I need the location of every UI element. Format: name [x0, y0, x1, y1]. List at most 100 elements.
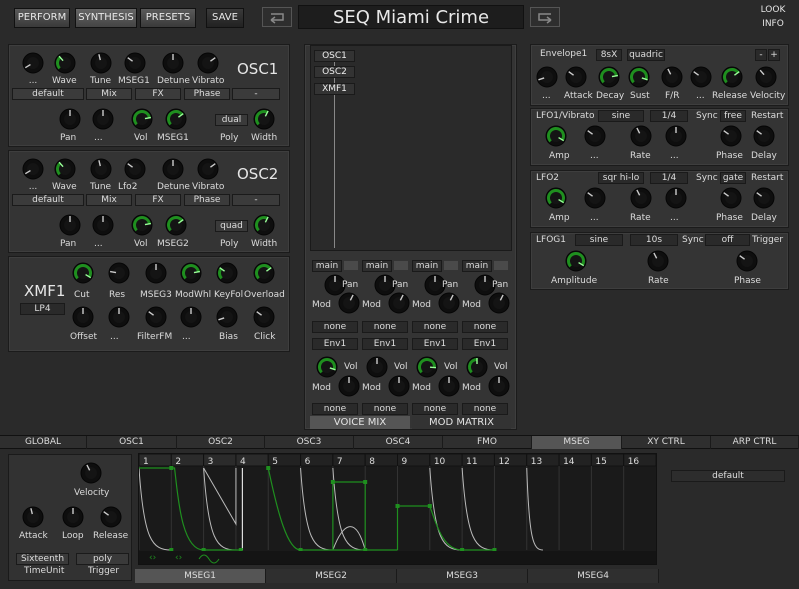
voice-vol-knob-0[interactable]	[316, 356, 338, 378]
mix-source-xmf1[interactable]: XMF1	[314, 83, 355, 95]
lfog1-amplitude-knob[interactable]	[565, 250, 587, 272]
voice-vol-knob-3[interactable]	[466, 356, 488, 378]
osc2-field-0[interactable]: default	[12, 194, 84, 206]
filter-mode-select[interactable]: LP4	[20, 303, 65, 315]
mseg-curve[interactable]: 1 2 3 4 5 6 7 8 9 10 11 12 13 14 15 16‹› ‹›	[138, 453, 657, 564]
voice-none2-select-0[interactable]: none	[312, 403, 358, 415]
voice-env-select-0[interactable]: Env1	[312, 338, 358, 350]
envelope-knob-1[interactable]	[565, 66, 587, 88]
mseg-editor[interactable]: 1 2 3 4 5 6 7 8 9 10 11 12 13 14 15 16 ‹› ‹›	[138, 453, 657, 565]
mseg-loop-icon[interactable]: ‹›	[149, 553, 156, 563]
envelope-knob-0[interactable]	[536, 66, 558, 88]
tab-voice-mix[interactable]: VOICE MIX	[310, 416, 410, 429]
voice-env-select-2[interactable]: Env1	[412, 338, 458, 350]
voice-none2-select-1[interactable]: none	[362, 403, 408, 415]
lfo2-knob-4[interactable]	[720, 187, 742, 209]
osc2-row2-knob-2[interactable]	[131, 214, 153, 236]
voice-none1-select-1[interactable]: none	[362, 321, 408, 333]
lfo2-knob-5[interactable]	[753, 187, 775, 209]
module-tab-osc1[interactable]: OSC1	[87, 436, 177, 449]
lfo1-knob-1[interactable]	[584, 125, 606, 147]
module-tab-osc3[interactable]: OSC3	[265, 436, 354, 449]
osc1-field-0[interactable]: default	[12, 88, 84, 100]
lfo1-knob-5[interactable]	[753, 125, 775, 147]
osc2-field-2[interactable]: FX	[135, 194, 181, 206]
lfog1-rate-knob[interactable]	[647, 250, 669, 272]
mseg-node[interactable]	[427, 504, 432, 508]
envelope-knob-2[interactable]	[598, 66, 620, 88]
osc1-field-2[interactable]: FX	[135, 88, 181, 100]
lfo2-wave-select[interactable]: sqr hi-lo	[598, 172, 644, 184]
mseg-tab-1[interactable]: MSEG1	[135, 569, 266, 583]
lfo2-rate-select[interactable]: 1/4	[650, 172, 688, 184]
look-button[interactable]: LOOK	[757, 4, 789, 17]
module-tab-arp-ctrl[interactable]: ARP CTRL	[711, 436, 799, 449]
osc1-knob-4[interactable]	[162, 52, 184, 74]
envelope-knob-3[interactable]	[628, 66, 650, 88]
tab-perform[interactable]: PERFORM	[14, 8, 70, 28]
envelope-minus-button[interactable]: -	[755, 49, 767, 61]
voice-none1-select-2[interactable]: none	[412, 321, 458, 333]
lfog1-sync-select[interactable]: off	[705, 234, 750, 246]
osc1-row2-knob-3[interactable]	[165, 108, 187, 130]
osc2-field-4[interactable]: -	[232, 194, 280, 206]
save-button[interactable]: SAVE	[206, 8, 244, 28]
module-tab-xy-ctrl[interactable]: XY CTRL	[622, 436, 711, 449]
xmf1-row2-knob-4[interactable]	[216, 306, 238, 328]
module-tab-osc4[interactable]: OSC4	[354, 436, 443, 449]
tab-presets[interactable]: PRESETS	[140, 8, 196, 28]
module-tab-global[interactable]: GLOBAL	[0, 436, 87, 449]
timeunit-select[interactable]: Sixteenth	[16, 553, 69, 565]
osc1-width-knob[interactable]	[253, 108, 275, 130]
envelope-knob-4[interactable]	[661, 66, 683, 88]
mseg-node[interactable]	[363, 480, 368, 484]
osc2-knob-0[interactable]	[22, 158, 44, 180]
xmf1-row2-knob-0[interactable]	[72, 306, 94, 328]
envelope-knob-5[interactable]	[690, 66, 712, 88]
envelope-curve-select[interactable]: quadric	[627, 49, 665, 61]
osc1-field-1[interactable]: Mix	[86, 88, 132, 100]
osc1-field-3[interactable]: Phase	[184, 88, 230, 100]
osc2-width-knob[interactable]	[253, 214, 275, 236]
lfo2-knob-1[interactable]	[584, 187, 606, 209]
osc2-row2-knob-0[interactable]	[59, 214, 81, 236]
module-tab-fmo[interactable]: FMO	[443, 436, 532, 449]
voice-none1-select-0[interactable]: none	[312, 321, 358, 333]
lfo1-knob-2[interactable]	[630, 125, 652, 147]
osc1-knob-2[interactable]	[90, 52, 112, 74]
voice-env-select-1[interactable]: Env1	[362, 338, 408, 350]
mseg-preset-select[interactable]: default	[671, 470, 785, 482]
osc2-knob-3[interactable]	[124, 158, 146, 180]
info-button[interactable]: INFO	[757, 18, 789, 31]
osc1-knob-0[interactable]	[22, 52, 44, 74]
voice-mod2-knob-0[interactable]	[338, 375, 360, 397]
lfo1-wave-select[interactable]: sine	[598, 110, 644, 122]
xmf1-knob-2[interactable]	[145, 262, 167, 284]
envelope-knob-7[interactable]	[755, 66, 777, 88]
voice-vol-knob-1[interactable]	[366, 356, 388, 378]
voice-mod2-knob-3[interactable]	[488, 375, 510, 397]
mseg-velocity-knob[interactable]	[80, 462, 102, 484]
voice-mod-knob-1[interactable]	[388, 292, 410, 314]
mseg-tab-4[interactable]: MSEG4	[528, 569, 659, 583]
envelope-knob-6[interactable]	[721, 66, 743, 88]
xmf1-knob-0[interactable]	[72, 262, 94, 284]
osc1-poly-select[interactable]: dual	[215, 114, 248, 126]
lfo1-rate-select[interactable]: 1/4	[650, 110, 688, 122]
mseg-node[interactable]	[395, 504, 400, 508]
osc1-knob-5[interactable]	[197, 52, 219, 74]
tab-mod-matrix[interactable]: MOD MATRIX	[412, 416, 511, 429]
xmf1-row2-knob-2[interactable]	[145, 306, 167, 328]
mix-source-osc1[interactable]: OSC1	[314, 50, 355, 62]
voice-out-select-3[interactable]: main	[462, 260, 492, 272]
mseg-node[interactable]	[330, 480, 335, 484]
osc1-row2-knob-0[interactable]	[59, 108, 81, 130]
xmf1-knob-4[interactable]	[216, 262, 238, 284]
lfo2-knob-2[interactable]	[630, 187, 652, 209]
xmf1-row2-knob-3[interactable]	[180, 306, 202, 328]
mseg-tab-3[interactable]: MSEG3	[397, 569, 528, 583]
osc2-knob-2[interactable]	[90, 158, 112, 180]
osc1-row2-knob-2[interactable]	[131, 108, 153, 130]
osc2-row2-knob-3[interactable]	[165, 214, 187, 236]
lfo1-knob-4[interactable]	[720, 125, 742, 147]
